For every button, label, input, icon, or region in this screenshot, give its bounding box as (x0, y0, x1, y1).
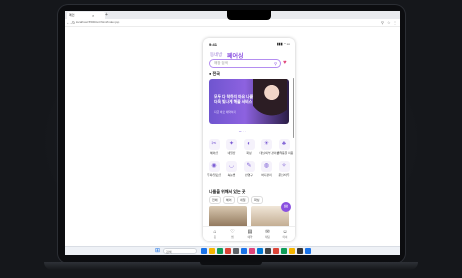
category-icon: ✂ (208, 139, 220, 150)
category-item[interactable]: ✦ 네일샵 (225, 139, 239, 155)
star-icon[interactable]: ☆ (387, 19, 391, 26)
category-icon: ◉ (208, 161, 220, 172)
category-label: 네일샵 (227, 151, 236, 155)
browser-tab[interactable]: 메인 × (67, 12, 105, 19)
category-icon: ✦ (226, 139, 237, 150)
taskbar-search-input[interactable]: 검색 (163, 248, 197, 254)
brand-prefix: 동네방 (210, 52, 223, 57)
promo-banner[interactable]: 모두 다 착하지 마요 나를 더욱 빛나게 해줄 서비스 지금 바로 예약하기 (209, 79, 289, 124)
browser-window: 메인 × + ← → ↻ localhost:5500/src/html/ind… (65, 11, 400, 255)
category-label: 헤어샵 (210, 151, 218, 155)
category-item[interactable]: ✧ 문신/타투 (277, 161, 291, 177)
category-icon: ◍ (261, 161, 272, 172)
category-item[interactable]: ✎ 반영구 (242, 161, 256, 177)
tab-title: 메인 (69, 13, 75, 17)
tab-close-icon[interactable]: × (92, 12, 94, 19)
pin-icon: ● (209, 71, 212, 76)
nav-label: 예약 (247, 236, 253, 239)
nav-label: 마이 (282, 236, 288, 239)
os-taskbar: ⊞ 검색 (65, 246, 400, 255)
category-item[interactable]: ◍ 바디관리 (260, 161, 274, 177)
category-icon: ✎ (243, 161, 255, 172)
nav-item[interactable]: ✉ 채팅 (262, 229, 274, 239)
category-item[interactable]: ◡ 속눈썹 (225, 161, 239, 177)
banner-title: 모두 다 착하지 마요 나를 더욱 빛나게 해줄 서비스 (214, 95, 254, 104)
nav-item[interactable]: ▤ 예약 (244, 229, 256, 239)
banner-subtitle: 지금 바로 예약하기 (214, 110, 237, 114)
zoom-icon[interactable]: ⚲ (381, 19, 384, 26)
taskbar-app-icon[interactable] (241, 248, 247, 254)
category-label: 문신/타투 (278, 173, 290, 177)
status-icons: ▮▮▮ ◔ ▭ (276, 42, 290, 46)
taskbar-app-icon[interactable] (265, 248, 271, 254)
taskbar-app-icon[interactable] (209, 248, 215, 254)
category-icon: ✧ (278, 161, 290, 172)
location-selector[interactable]: ● 전국 (209, 71, 220, 77)
category-item[interactable]: ◐ 왁싱 (242, 139, 256, 155)
category-icon: ◐ (243, 139, 255, 150)
heart-icon[interactable]: ♥ (283, 60, 290, 67)
taskbar-app-icon[interactable] (225, 248, 231, 254)
taskbar-app-icon[interactable] (281, 248, 287, 254)
category-label: 두피/탈모샵 (207, 173, 221, 177)
nav-item[interactable]: ♡ 찜 (227, 229, 239, 239)
taskbar-app-icon[interactable] (289, 248, 295, 254)
bottom-navigation: ⌂ 홈 ♡ 찜 ▤ 예약 ✉ 채팅 ☺ 마이 (203, 226, 295, 241)
taskbar-app-icon[interactable] (249, 248, 255, 254)
category-icon: ☀ (261, 139, 272, 150)
filter-chip[interactable]: 헤어 (223, 196, 235, 204)
url-field[interactable]: localhost:5500/src/html/index.jsp (76, 20, 346, 25)
search-input[interactable]: 매장 검색 ⚲ (209, 59, 281, 68)
filter-chip[interactable]: 왁싱 (251, 196, 263, 204)
taskbar-app-icon[interactable] (217, 248, 223, 254)
chat-fab-button[interactable]: ✉ (281, 202, 291, 212)
nav-item[interactable]: ☺ 마이 (279, 229, 291, 239)
category-label: 속눈썹 (227, 173, 236, 177)
category-label: 반려동물 미용 (277, 151, 294, 155)
carousel-dots[interactable]: ━ · · (239, 129, 246, 134)
nav-item[interactable]: ⌂ 홈 (209, 229, 221, 239)
category-item[interactable]: ✂ 헤어샵 (207, 139, 221, 155)
taskbar-app-icon[interactable] (257, 248, 263, 254)
taskbar-app-icon[interactable] (297, 248, 303, 254)
camera-notch (227, 10, 271, 20)
nav-label: 채팅 (265, 236, 270, 239)
banner-model-image (253, 79, 287, 124)
menu-icon[interactable]: ⋮ (393, 19, 397, 26)
location-label: 전국 (212, 71, 220, 76)
mobile-app-frame: 9:41 ▮▮▮ ◔ ▭ 동네방 페어싱 매장 검색 ⚲ ♥ ● 전국 모두 다… (203, 38, 295, 241)
taskbar-app-icon[interactable] (201, 248, 207, 254)
category-label: 태닝/피부 관리샵 (259, 151, 280, 155)
reload-icon[interactable]: ↻ (72, 19, 75, 26)
windows-start-icon[interactable]: ⊞ (155, 248, 161, 254)
category-item[interactable]: ♣ 반려동물 미용 (277, 139, 294, 155)
filter-chip[interactable]: 네일 (237, 196, 249, 204)
address-bar-row: ← → ↻ localhost:5500/src/html/index.jsp … (65, 19, 400, 27)
search-icon[interactable]: ⚲ (274, 60, 277, 67)
status-time: 9:41 (209, 42, 218, 47)
search-placeholder: 매장 검색 (214, 61, 228, 65)
filter-chip[interactable]: 전체 (209, 196, 221, 204)
taskbar-app-icon[interactable] (273, 248, 279, 254)
shop-photo-1[interactable] (209, 206, 247, 228)
category-item[interactable]: ◉ 두피/탈모샵 (207, 161, 221, 177)
scrollbar[interactable] (292, 78, 294, 138)
nav-label: 찜 (231, 236, 234, 239)
category-label: 바디관리 (261, 173, 272, 177)
laptop-lip (200, 262, 262, 265)
new-tab-button[interactable]: + (105, 11, 108, 19)
category-icon: ◡ (226, 161, 237, 172)
category-label: 왁싱 (246, 151, 252, 155)
taskbar-app-icon[interactable] (305, 248, 311, 254)
category-item[interactable]: ☀ 태닝/피부 관리샵 (259, 139, 280, 155)
category-icon: ♣ (278, 139, 290, 150)
section-title: 나들을 위해서 있는 곳 (209, 189, 246, 194)
nav-label: 홈 (213, 236, 217, 239)
taskbar-app-icon[interactable] (233, 248, 239, 254)
category-label: 반영구 (245, 173, 253, 177)
